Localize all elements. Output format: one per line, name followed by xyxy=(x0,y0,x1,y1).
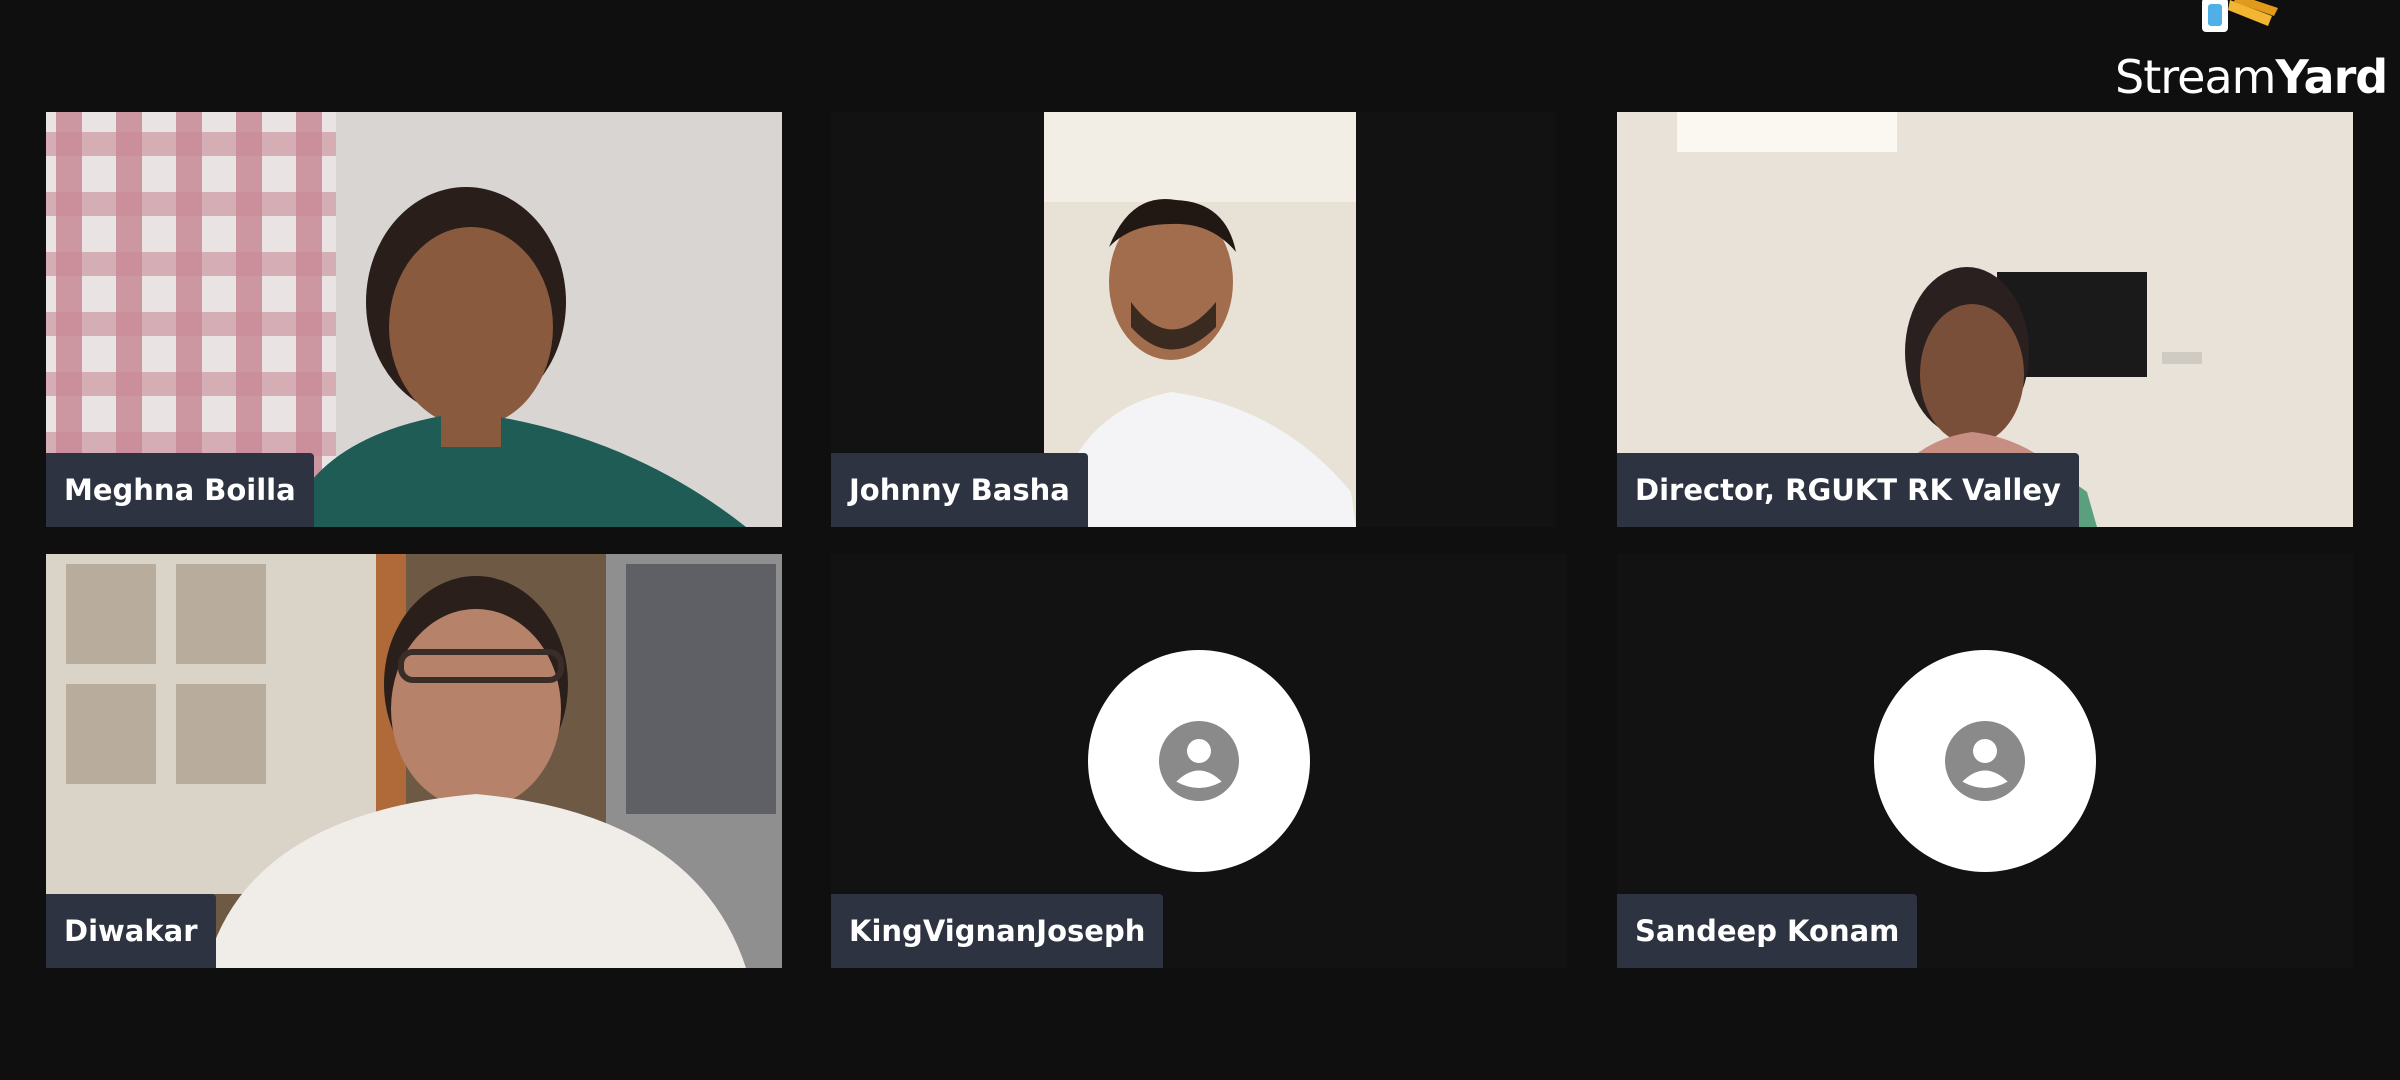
participant-nameplate: Meghna Boilla xyxy=(46,453,314,527)
participant-nameplate: Johnny Basha xyxy=(831,453,1088,527)
participant-nameplate: KingVignanJoseph xyxy=(831,894,1164,968)
participant-tile-sandeep[interactable]: Sandeep Konam xyxy=(1617,554,2353,968)
participant-nameplate: Director, RGUKT RK Valley xyxy=(1617,453,2079,527)
streamyard-logo: StreamYard xyxy=(2110,0,2388,110)
participant-tile-kingvignanjoseph[interactable]: KingVignanJoseph xyxy=(831,554,1567,968)
avatar xyxy=(1088,650,1310,872)
avatar xyxy=(1874,650,2096,872)
participant-nameplate: Diwakar xyxy=(46,894,216,968)
brand-name: StreamYard xyxy=(2115,50,2388,104)
participant-tile-director[interactable]: Director, RGUKT RK Valley xyxy=(1617,112,2353,527)
brand-name-bold: Yard xyxy=(2275,50,2388,104)
participant-nameplate: Sandeep Konam xyxy=(1617,894,1918,968)
streamyard-logo-icon xyxy=(2202,0,2278,32)
participant-tile-johnny[interactable]: Johnny Basha xyxy=(831,112,1556,527)
stream-canvas: StreamYard Meghna Boilla Johnny Basha Di… xyxy=(0,0,2400,1080)
participant-tile-meghna[interactable]: Meghna Boilla xyxy=(46,112,782,527)
person-avatar-icon xyxy=(1159,721,1239,801)
person-avatar-icon xyxy=(1945,721,2025,801)
brand-name-regular: Stream xyxy=(2115,50,2276,104)
participant-tile-diwakar[interactable]: Diwakar xyxy=(46,554,782,968)
